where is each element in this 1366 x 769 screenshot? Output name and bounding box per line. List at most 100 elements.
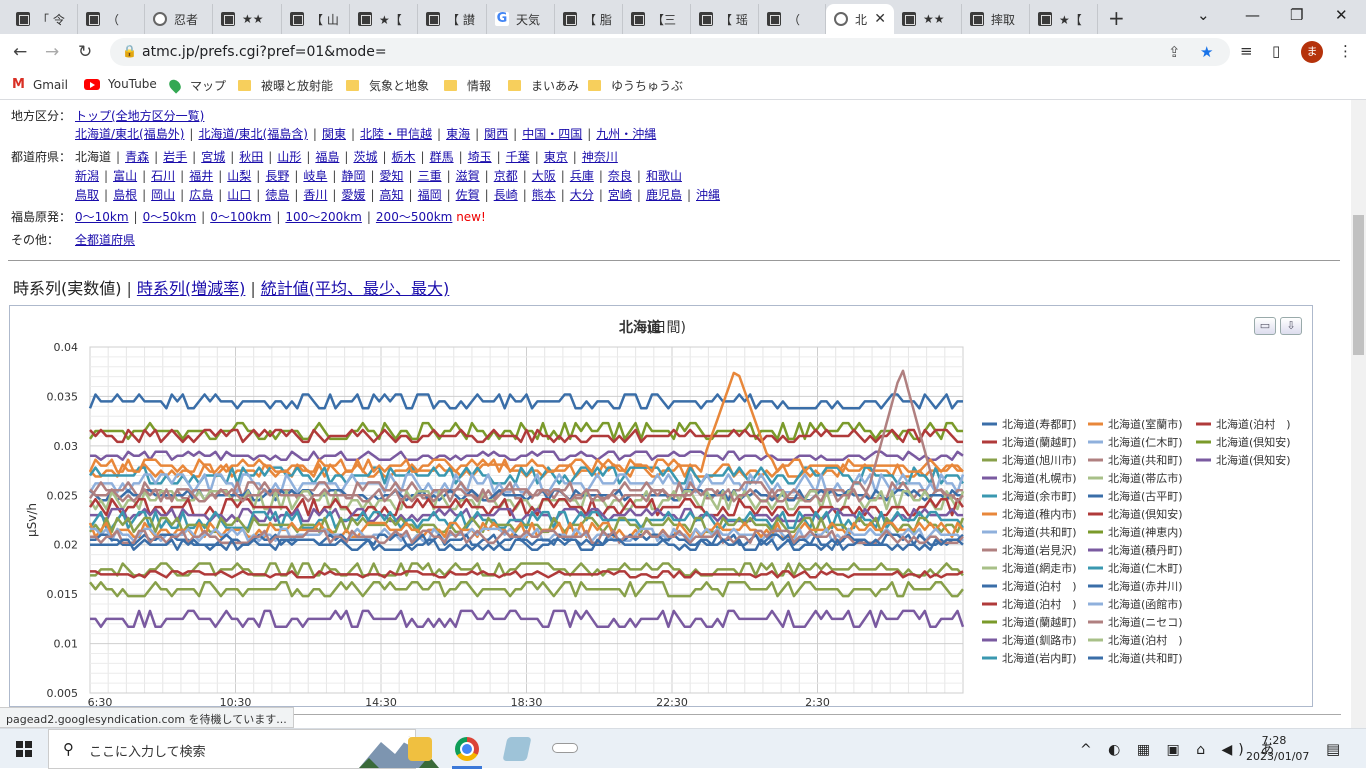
legend-item[interactable]: 北海道(旭川市) xyxy=(1002,453,1077,467)
bookmark-item[interactable]: 被曝と放射能 xyxy=(238,77,333,94)
reload-icon[interactable]: ↻ xyxy=(78,42,92,62)
prefs2-link[interactable]: 三重 xyxy=(418,169,442,183)
avatar[interactable]: ま xyxy=(1301,41,1323,63)
regions-link[interactable]: 北陸・甲信越 xyxy=(360,127,432,141)
legend-item[interactable]: 北海道(寿都町) xyxy=(1002,417,1077,431)
scrollbar[interactable] xyxy=(1351,100,1366,728)
prefs2-link[interactable]: 兵庫 xyxy=(570,169,594,183)
tab[interactable]: （ xyxy=(759,4,826,34)
prefs1-link[interactable]: 山形 xyxy=(277,150,301,164)
regions-link[interactable]: 中国・四国 xyxy=(522,127,582,141)
prefs2-link[interactable]: 石川 xyxy=(151,169,175,183)
legend-item[interactable]: 北海道(札幌市) xyxy=(1002,471,1077,485)
maximize-icon[interactable]: ❐ xyxy=(1290,6,1303,24)
regions-link[interactable]: 九州・沖縄 xyxy=(596,127,656,141)
tab[interactable]: ★【 xyxy=(1030,4,1098,34)
close-tab-icon[interactable]: ✕ xyxy=(874,11,886,27)
notepad-icon[interactable] xyxy=(502,737,532,761)
prefs3-link[interactable]: 岡山 xyxy=(151,188,175,202)
legend-item[interactable]: 北海道(泊村 ) xyxy=(1002,579,1077,593)
minimize-icon[interactable]: — xyxy=(1245,6,1260,24)
prefs2-link[interactable]: 山梨 xyxy=(227,169,251,183)
legend-item[interactable]: 北海道(網走市) xyxy=(1002,561,1077,575)
legend-item[interactable]: 北海道(古平町) xyxy=(1108,489,1183,503)
prefs3-link[interactable]: 熊本 xyxy=(532,188,556,202)
prefs3-link[interactable]: 沖縄 xyxy=(696,188,720,202)
regions-link[interactable]: 関東 xyxy=(322,127,346,141)
bookmark-item[interactable]: まいあみ xyxy=(508,77,579,94)
prefs3-link[interactable]: 愛媛 xyxy=(341,188,365,202)
legend-item[interactable]: 北海道(仁木町) xyxy=(1108,561,1183,575)
prefs1-link[interactable]: 福島 xyxy=(315,150,339,164)
prefs3-link[interactable]: 広島 xyxy=(189,188,213,202)
airplane-app-icon[interactable] xyxy=(552,743,578,753)
fuku-link[interactable]: 0～10km xyxy=(75,210,129,224)
prefs1-link[interactable]: 千葉 xyxy=(506,150,530,164)
tab[interactable]: （ xyxy=(78,4,145,34)
prefs1-link[interactable]: 岩手 xyxy=(163,150,187,164)
prefs3-link[interactable]: 香川 xyxy=(303,188,327,202)
prefs3-link[interactable]: 福岡 xyxy=(418,188,442,202)
legend-item[interactable]: 北海道(倶知安) xyxy=(1108,507,1183,521)
side-panel-icon[interactable]: ▯ xyxy=(1272,42,1280,60)
prefs1-link[interactable]: 秋田 xyxy=(239,150,263,164)
fuku-link[interactable]: 0～50km xyxy=(143,210,197,224)
prefs1-link[interactable]: 栃木 xyxy=(392,150,416,164)
regions-link[interactable]: 関西 xyxy=(484,127,508,141)
tab[interactable]: 【三 xyxy=(623,4,691,34)
bookmark-item[interactable]: ゆうちゅうぶ xyxy=(588,77,683,94)
legend-item[interactable]: 北海道(蘭越町) xyxy=(1002,615,1077,629)
legend-item[interactable]: 北海道(泊村 ) xyxy=(1108,633,1183,647)
tab[interactable]: 【 山 xyxy=(282,4,350,34)
legend-item[interactable]: 北海道(積丹町) xyxy=(1108,543,1183,557)
address-bar[interactable]: 🔒 atmc.jp/prefs.cgi?pref=01&mode= ⇪ ★ xyxy=(110,38,1230,66)
legend-item[interactable]: 北海道(泊村 ) xyxy=(1216,417,1291,431)
legend-item[interactable]: 北海道(蘭越町) xyxy=(1002,435,1077,449)
legend-item[interactable]: 北海道(帯広市) xyxy=(1108,471,1183,485)
tab[interactable]: 【 瑶 xyxy=(691,4,759,34)
prefs1-link[interactable]: 宮城 xyxy=(201,150,225,164)
fuku-link[interactable]: 0～100km xyxy=(210,210,271,224)
prefs2-link[interactable]: 大阪 xyxy=(532,169,556,183)
legend-item[interactable]: 北海道(倶知安) xyxy=(1216,453,1291,467)
tab-statistics[interactable]: 統計値(平均、最少、最大) xyxy=(261,279,450,298)
prefs2-link[interactable]: 奈良 xyxy=(608,169,632,183)
scrollbar-thumb[interactable] xyxy=(1353,215,1364,355)
legend-item[interactable]: 北海道(共和町) xyxy=(1108,651,1183,665)
legend-item[interactable]: 北海道(室蘭市) xyxy=(1108,417,1183,431)
menu-icon[interactable]: ⋮ xyxy=(1338,42,1353,60)
bookmark-star-icon[interactable]: ★ xyxy=(1200,43,1213,61)
legend-item[interactable]: 北海道(岩見沢) xyxy=(1002,543,1077,557)
clock[interactable]: 7:28 2023/01/07 xyxy=(1246,733,1309,765)
prefs3-link[interactable]: 徳島 xyxy=(265,188,289,202)
prefs1-link[interactable]: 青森 xyxy=(125,150,149,164)
prefs3-link[interactable]: 高知 xyxy=(380,188,404,202)
windows-start-icon[interactable] xyxy=(16,741,32,757)
prefs2-link[interactable]: 福井 xyxy=(189,169,213,183)
url-text[interactable]: atmc.jp/prefs.cgi?pref=01&mode= xyxy=(142,44,387,60)
notification-icon[interactable]: ▤ xyxy=(1326,740,1340,758)
prefs2-link[interactable]: 京都 xyxy=(494,169,518,183)
legend-item[interactable]: 北海道(釧路市) xyxy=(1002,633,1077,647)
prefs2-link[interactable]: 愛知 xyxy=(380,169,404,183)
legend-item[interactable]: 北海道(函館市) xyxy=(1108,597,1183,611)
media-icon[interactable]: ≡ xyxy=(1240,42,1253,60)
prefs3-link[interactable]: 鳥取 xyxy=(75,188,99,202)
regions-link[interactable]: 北海道/東北(福島含) xyxy=(198,127,307,141)
tab-search-icon[interactable]: ⌄ xyxy=(1197,6,1210,24)
new-tab-button[interactable]: + xyxy=(1108,6,1125,30)
tab[interactable]: 【 脂 xyxy=(555,4,623,34)
prefs1-link[interactable]: 東京 xyxy=(544,150,568,164)
tab[interactable]: ★★ xyxy=(894,4,962,34)
prefs2-link[interactable]: 和歌山 xyxy=(646,169,682,183)
legend-item[interactable]: 北海道(岩内町) xyxy=(1002,651,1077,665)
bookmark-item[interactable]: マップ xyxy=(166,77,226,94)
prefs3-link[interactable]: 島根 xyxy=(113,188,137,202)
taskbar-search[interactable]: ⚲ ここに入力して検索 xyxy=(48,729,439,769)
regions-link[interactable]: 北海道/東北(福島外) xyxy=(75,127,184,141)
tab-change-rate[interactable]: 時系列(増減率) xyxy=(137,279,246,298)
file-explorer-icon[interactable] xyxy=(408,737,432,761)
prefs3-link[interactable]: 佐賀 xyxy=(456,188,480,202)
legend-item[interactable]: 北海道(共和町) xyxy=(1002,525,1077,539)
bookmark-item[interactable]: 情報 xyxy=(444,77,491,94)
